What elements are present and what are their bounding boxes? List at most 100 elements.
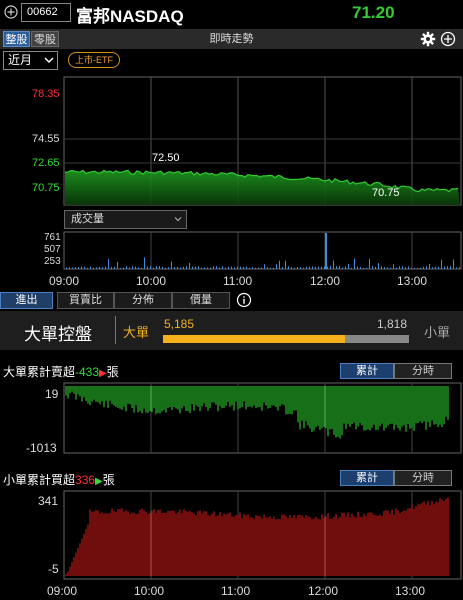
info-icon[interactable] <box>236 292 252 308</box>
add-icon[interactable] <box>4 5 18 19</box>
chevron-down-icon <box>174 217 182 222</box>
volume-bar <box>141 267 142 269</box>
volume-bar <box>132 266 133 269</box>
add-icon[interactable] <box>440 31 456 47</box>
gear-icon[interactable] <box>420 31 436 47</box>
volume-bar <box>435 266 436 269</box>
volume-bar <box>325 233 327 269</box>
volume-bar <box>117 261 118 269</box>
price-chart <box>63 76 462 270</box>
volume-bar <box>327 266 328 269</box>
volume-bar <box>222 266 223 269</box>
volume-bar <box>282 267 283 269</box>
volume-bar <box>207 267 208 269</box>
unit: 張 <box>102 473 115 487</box>
volume-bar <box>288 266 289 269</box>
volume-bar <box>252 267 253 269</box>
volume-bar <box>306 266 307 269</box>
big-cumulative-chart <box>63 382 462 454</box>
volume-bar <box>93 267 94 269</box>
toggle-intraday[interactable]: 分時 <box>394 363 452 379</box>
volume-bar <box>345 266 346 269</box>
volume-bar <box>171 261 172 269</box>
volume-bar <box>285 260 286 269</box>
volume-bar <box>180 267 181 269</box>
volume-bar <box>438 266 439 269</box>
toggle-intraday[interactable]: 分時 <box>394 470 452 486</box>
volume-bar <box>120 267 121 269</box>
volume-bar <box>294 267 295 269</box>
small-cumulative-prefix: 小單累計買超 <box>3 473 76 487</box>
stock-code-input[interactable]: 00662 <box>21 3 71 22</box>
big-cumulative-prefix: 大單累計賣超 <box>3 365 76 379</box>
volume-bar <box>405 267 406 269</box>
price-y-tick: 78.35 <box>32 88 60 100</box>
volume-bar <box>255 267 256 269</box>
volume-indicator-select[interactable]: 成交量 <box>64 210 187 229</box>
big-cumulative-label: 大單累計賣超-433▶張 <box>3 363 119 380</box>
volume-bar <box>384 267 385 269</box>
volume-bar <box>348 263 349 269</box>
volume-bar <box>72 267 73 269</box>
volume-bar <box>408 266 409 269</box>
volume-bar <box>243 266 244 269</box>
volume-bar <box>198 266 199 269</box>
volume-bar <box>96 267 97 269</box>
volume-bar <box>300 267 301 269</box>
volume-bar <box>147 266 148 269</box>
volume-bar <box>414 267 415 269</box>
volume-bar <box>303 267 304 269</box>
volume-bar <box>273 267 274 269</box>
current-price: 71.20 <box>352 3 395 22</box>
volume-bar <box>342 267 343 269</box>
volume-bar <box>324 266 325 269</box>
high-annotation: 72.50 <box>152 152 180 164</box>
volume-bar <box>135 266 136 269</box>
volume-bar <box>162 267 163 269</box>
volume-bar <box>366 267 367 269</box>
volume-bar <box>429 264 430 269</box>
volume-bar <box>417 267 418 269</box>
time-tick: 11:00 <box>221 584 251 598</box>
small-cumulative-value: 336 <box>75 473 96 487</box>
volume-bar <box>312 266 313 269</box>
volume-bar <box>156 266 157 269</box>
toggle-cumulative[interactable]: 累計 <box>340 363 394 379</box>
volume-bar <box>426 266 427 269</box>
volume-bar <box>360 267 361 269</box>
volume-bar <box>186 266 187 269</box>
volume-bar <box>204 267 205 269</box>
big-y-tick: 19 <box>45 387 59 401</box>
volume-bar <box>210 267 211 269</box>
volume-bar <box>102 267 103 269</box>
big-order-label: 大單 <box>123 325 150 340</box>
low-annotation: 70.75 <box>372 187 400 199</box>
volume-bar <box>363 267 364 269</box>
tab-price-volume[interactable]: 價量 <box>172 292 230 309</box>
volume-bar <box>144 257 145 269</box>
volume-bar <box>201 267 202 269</box>
time-tick: 13:00 <box>397 274 428 288</box>
volume-bar <box>189 262 190 269</box>
volume-bar <box>138 267 139 269</box>
volume-bar <box>126 266 127 269</box>
tab-flow[interactable]: 進出 <box>0 292 53 309</box>
volume-bar <box>99 266 100 269</box>
volume-bar <box>351 267 352 269</box>
volume-bar <box>174 267 175 269</box>
stock-name: 富邦NASDAQ <box>76 7 184 26</box>
volume-bar <box>75 267 76 269</box>
volume-bar <box>165 267 166 269</box>
volume-bar <box>267 267 268 269</box>
volume-bar <box>129 267 130 269</box>
volume-bar <box>390 267 391 269</box>
volume-bar <box>336 266 337 269</box>
volume-bar <box>276 264 277 269</box>
tab-buy-sell-ratio[interactable]: 買賣比 <box>57 292 114 309</box>
volume-bar <box>261 267 262 269</box>
panel-title: 大單控盤 <box>24 325 92 344</box>
volume-bar <box>369 259 370 269</box>
tab-distribution[interactable]: 分佈 <box>114 292 172 309</box>
toggle-cumulative[interactable]: 累計 <box>340 470 394 486</box>
volume-bar <box>315 266 316 269</box>
